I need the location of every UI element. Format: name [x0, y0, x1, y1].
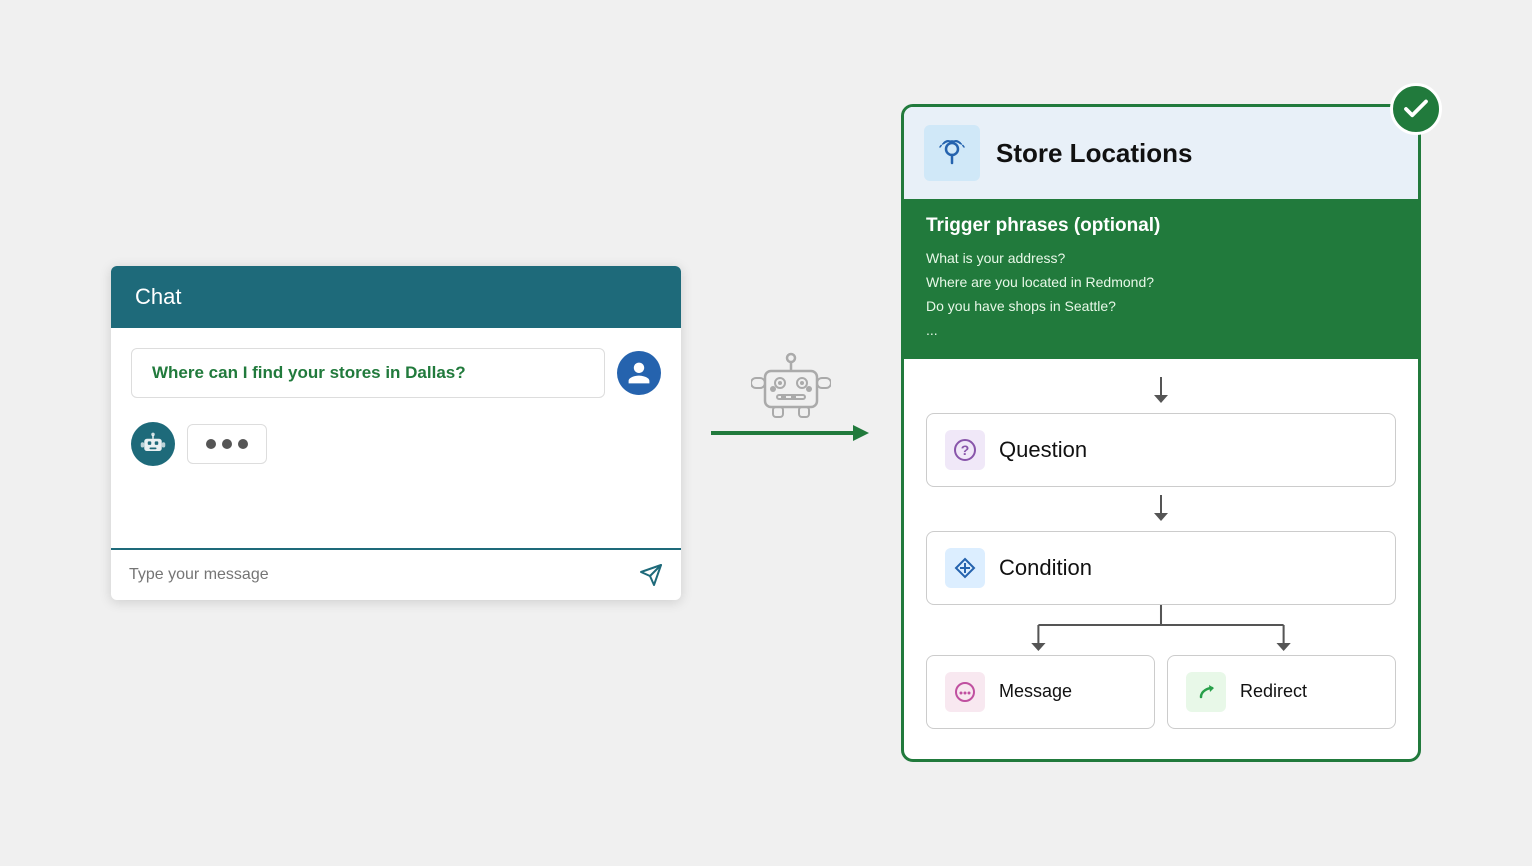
chat-header: Chat — [111, 266, 681, 328]
branch-arrows — [926, 605, 1396, 655]
check-badge — [1390, 83, 1442, 135]
question-icon: ? — [952, 437, 978, 463]
redirect-node[interactable]: Redirect — [1167, 655, 1396, 729]
question-icon-container: ? — [945, 430, 985, 470]
trigger-icon — [934, 135, 970, 171]
chat-body: Where can I find your stores in Dallas? — [111, 328, 681, 548]
message-icon-container — [945, 672, 985, 712]
bot-avatar — [131, 422, 175, 466]
typing-dot-2 — [222, 439, 232, 449]
trigger-phrase-2: Where are you located in Redmond? — [926, 271, 1396, 295]
trigger-icon-container — [924, 125, 980, 181]
chat-title: Chat — [135, 284, 181, 309]
redirect-branch: Redirect — [1167, 655, 1396, 729]
branch-nodes: Message Redirect — [926, 655, 1396, 729]
chat-panel: Chat Where can I find your stores in Dal… — [111, 266, 681, 600]
down-arrow-2 — [1151, 495, 1171, 523]
flow-header: Store Locations — [904, 107, 1418, 199]
condition-icon-container — [945, 548, 985, 588]
condition-node[interactable]: Condition — [926, 531, 1396, 605]
message-node[interactable]: Message — [926, 655, 1155, 729]
typing-bubble — [187, 424, 267, 464]
chat-input-area — [111, 548, 681, 600]
bot-icon — [139, 430, 167, 458]
trigger-phrases: What is your address? Where are you loca… — [926, 247, 1396, 342]
robot-container — [751, 343, 831, 428]
redirect-label: Redirect — [1240, 681, 1307, 702]
trigger-label: Trigger phrases (optional) — [926, 215, 1396, 237]
arrow-to-question — [926, 377, 1396, 405]
trigger-phrase-3: Do you have shops in Seattle? — [926, 295, 1396, 319]
message-icon — [953, 680, 977, 704]
typing-dot-1 — [206, 439, 216, 449]
user-icon — [626, 360, 652, 386]
trigger-label-text: Trigger phrases (optional) — [926, 215, 1160, 236]
message-branch: Message — [926, 655, 1155, 729]
question-node[interactable]: ? Question — [926, 413, 1396, 487]
trigger-phrase-1: What is your address? — [926, 247, 1396, 271]
flow-title: Store Locations — [996, 138, 1192, 169]
middle-section — [691, 423, 891, 443]
arrow-to-condition — [926, 495, 1396, 523]
down-arrow-1 — [1151, 377, 1171, 405]
redirect-icon — [1194, 680, 1218, 704]
send-icon — [639, 563, 663, 587]
condition-icon — [952, 555, 978, 581]
svg-text:?: ? — [961, 442, 970, 458]
check-icon — [1401, 94, 1431, 124]
trigger-phrase-ellipsis: ... — [926, 319, 1396, 343]
question-label: Question — [999, 437, 1087, 463]
typing-dot-3 — [238, 439, 248, 449]
user-message-text: Where can I find your stores in Dallas? — [152, 363, 466, 382]
branch-svg — [926, 605, 1396, 655]
flow-body: ? Question — [904, 359, 1418, 739]
flow-panel: Store Locations Trigger phrases (optiona… — [901, 104, 1421, 761]
user-message-bubble: Where can I find your stores in Dallas? — [131, 348, 605, 398]
robot-icon — [751, 343, 831, 423]
chat-input[interactable] — [111, 550, 621, 600]
condition-label: Condition — [999, 555, 1092, 581]
message-label: Message — [999, 681, 1072, 702]
bot-response-row — [131, 422, 661, 466]
user-message-row: Where can I find your stores in Dallas? — [131, 348, 661, 398]
send-button[interactable] — [621, 551, 681, 599]
main-container: Chat Where can I find your stores in Dal… — [0, 0, 1532, 866]
user-avatar — [617, 351, 661, 395]
redirect-icon-container — [1186, 672, 1226, 712]
trigger-section: Trigger phrases (optional) What is your … — [904, 199, 1418, 358]
